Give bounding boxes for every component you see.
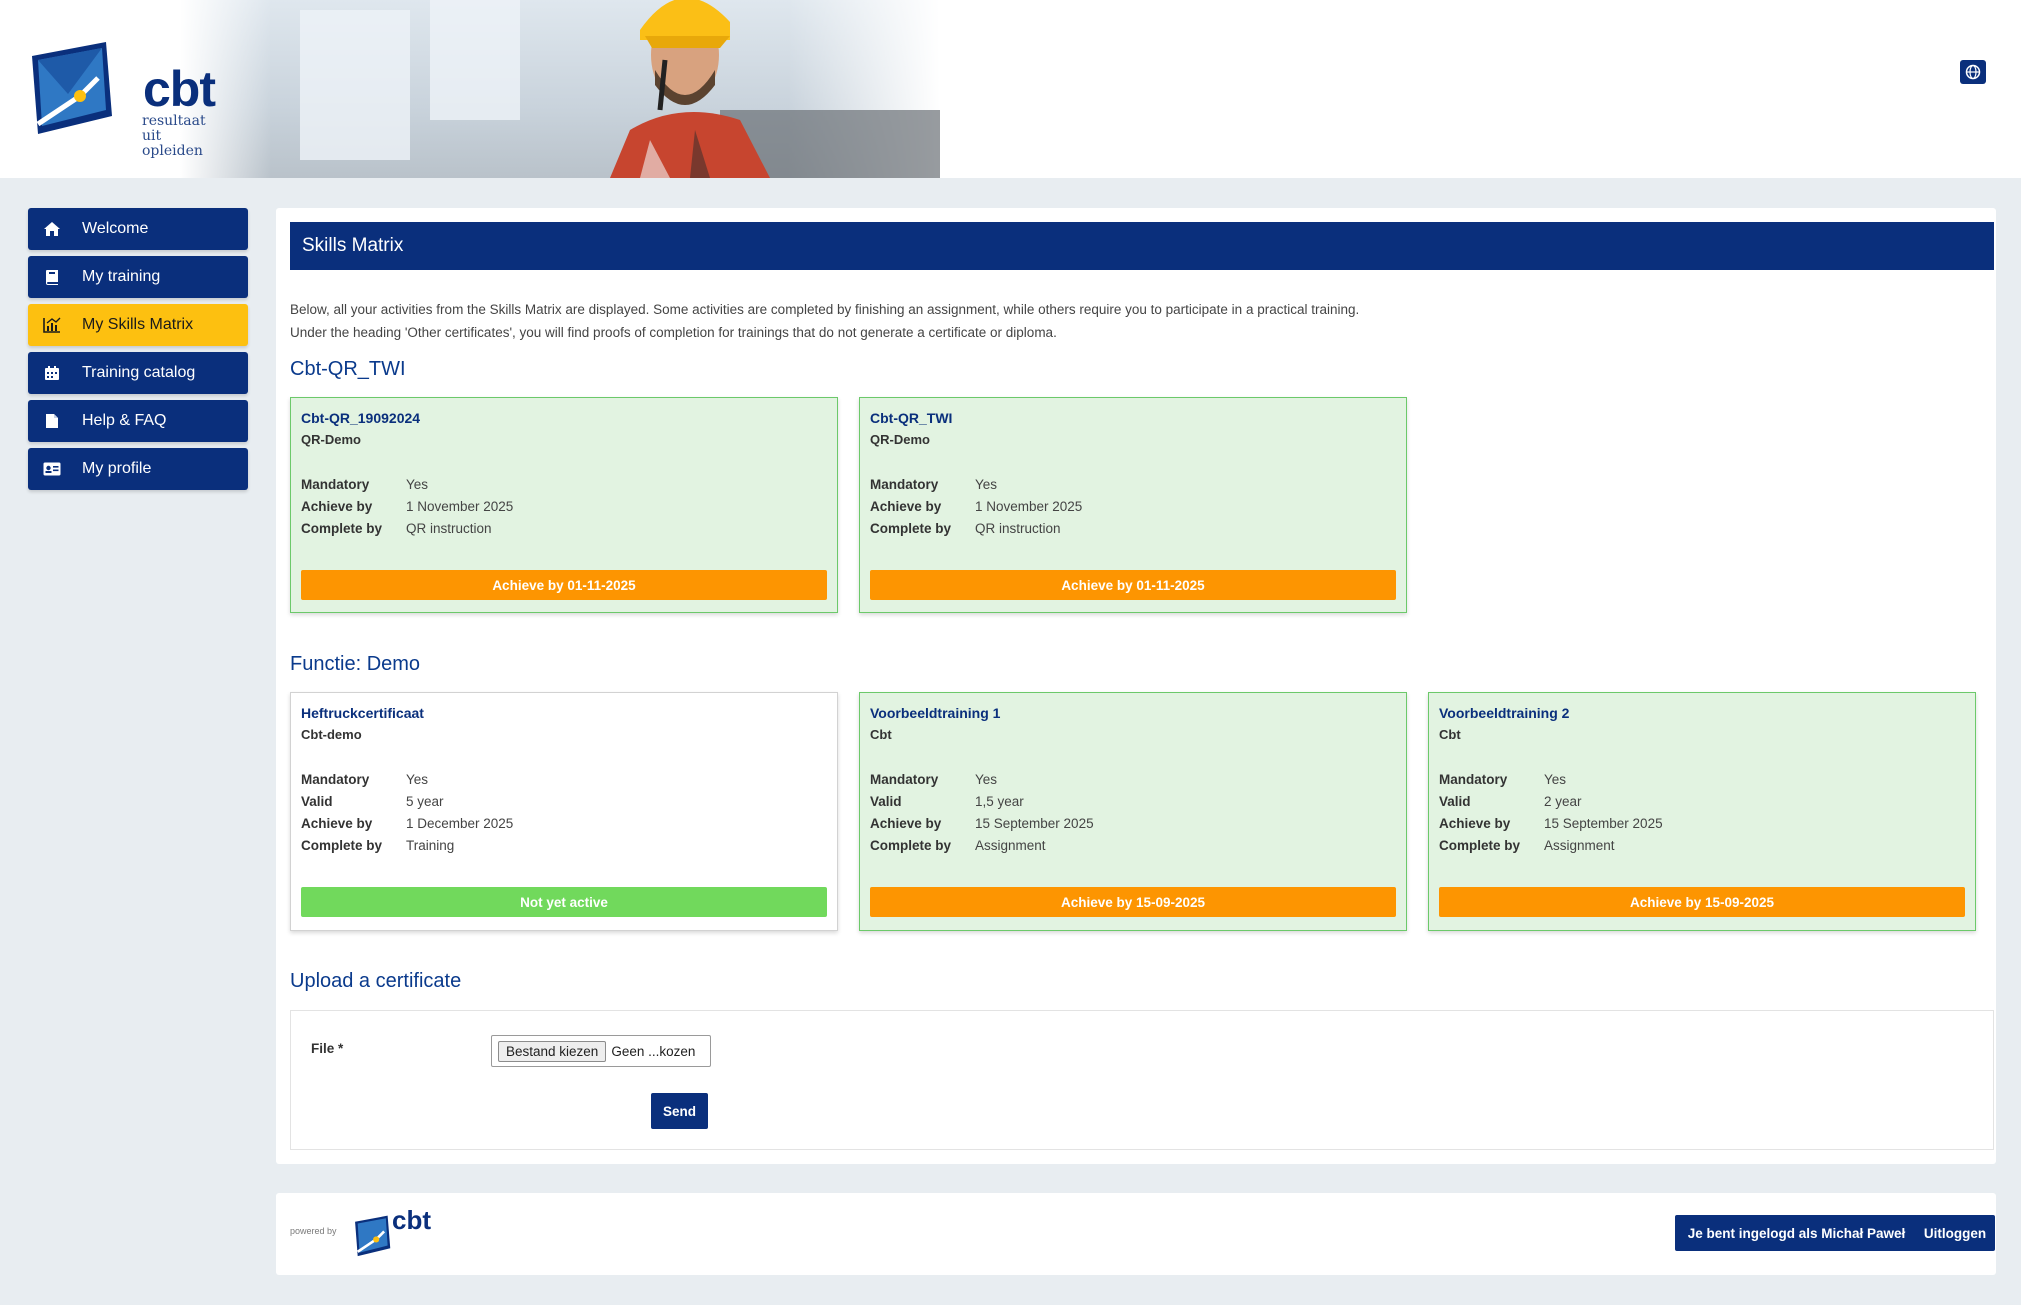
- card-details: Mandatory Yes Achieve by 1 November 2025 C…: [301, 477, 514, 536]
- card-details: Mandatory Yes Valid 2 year Achieve by 15 Se…: [1439, 772, 1663, 853]
- language-button[interactable]: [1960, 60, 1986, 84]
- card-title: Heftruckcertificaat: [301, 705, 424, 721]
- sidebar-item-label: Welcome: [82, 220, 149, 237]
- intro-text: Below, all your activities from the Skil…: [290, 302, 1360, 340]
- logout-button[interactable]: Uitloggen: [1915, 1215, 1995, 1251]
- id-card-icon: [42, 459, 62, 479]
- worker-photo: [610, 0, 770, 178]
- card-details: Mandatory Yes Valid 1,5 year Achieve by 15 …: [870, 772, 1094, 853]
- cbt-logo[interactable]: cbt resultaat uit opleiden: [28, 36, 216, 159]
- logo-mark-icon: [32, 42, 112, 134]
- skill-card: Heftruckcertificaat Cbt-demo Mandatory Ye…: [290, 692, 838, 931]
- send-button[interactable]: Send: [651, 1093, 708, 1129]
- sidebar-item-label: Training catalog: [82, 364, 196, 381]
- card-details: Mandatory Yes Valid 5 year Achieve by 1 Dec…: [301, 772, 514, 853]
- status-button-not-active[interactable]: Not yet active: [301, 887, 827, 917]
- logged-in-user-button[interactable]: Je bent ingelogd als Michał Paweł: [1675, 1215, 1918, 1251]
- sidebar-item-my-training[interactable]: My training: [28, 256, 248, 298]
- card-title: Voorbeeldtraining 2: [1439, 705, 1570, 721]
- skill-card: Cbt-QR_19092024 QR-Demo Mandatory Yes Ach…: [290, 397, 838, 613]
- logo-text: cbt: [143, 61, 216, 117]
- globe-icon: [1965, 64, 1981, 80]
- sidebar-item-my-profile[interactable]: My profile: [28, 448, 248, 490]
- skill-card: Voorbeeldtraining 2 Cbt Mandatory Yes Val…: [1428, 692, 1976, 931]
- card-title: Cbt-QR_TWI: [870, 410, 953, 426]
- card-subtitle: Cbt-demo: [301, 727, 362, 742]
- document-icon: [42, 411, 62, 431]
- section-title-upload: Upload a certificate: [290, 970, 462, 992]
- header-hero-image: [180, 0, 940, 178]
- file-input[interactable]: Bestand kiezen Geen ...kozen: [491, 1035, 711, 1067]
- achieve-by-button[interactable]: Achieve by 01-11-2025: [301, 570, 827, 600]
- section-title-cbt-qr-twi: Cbt-QR_TWI: [290, 358, 406, 380]
- file-input-value: Geen ...kozen: [611, 1043, 696, 1059]
- card-title: Cbt-QR_19092024: [301, 410, 421, 426]
- achieve-by-button[interactable]: Achieve by 01-11-2025: [870, 570, 1396, 600]
- page-header: cbt resultaat uit opleiden: [0, 0, 2021, 178]
- footer-logo-text: cbt: [392, 1205, 431, 1235]
- page-footer: powered by cbt Je bent ingelogd als Mich…: [276, 1193, 1996, 1275]
- sidebar-nav: Welcome My training My Skills Matrix Tra…: [28, 208, 248, 496]
- card-title: Voorbeeldtraining 1: [870, 705, 1001, 721]
- sidebar-item-training-catalog[interactable]: Training catalog: [28, 352, 248, 394]
- card-subtitle: QR-Demo: [301, 432, 361, 447]
- logo-tagline: resultaat uit opleiden: [142, 113, 206, 159]
- sidebar-item-welcome[interactable]: Welcome: [28, 208, 248, 250]
- achieve-by-button[interactable]: Achieve by 15-09-2025: [1439, 887, 1965, 917]
- sidebar-item-label: My training: [82, 268, 161, 285]
- file-field-label: File *: [311, 1041, 344, 1056]
- sidebar-item-label: My Skills Matrix: [82, 316, 194, 333]
- sidebar-item-label: My profile: [82, 460, 152, 477]
- skill-card: Voorbeeldtraining 1 Cbt Mandatory Yes Val…: [859, 692, 1407, 931]
- page-title: Skills Matrix: [290, 222, 1994, 270]
- powered-by-text: powered by: [290, 1226, 337, 1236]
- footer-logo-icon: [355, 1215, 391, 1257]
- achieve-by-button[interactable]: Achieve by 15-09-2025: [870, 887, 1396, 917]
- skill-card: Cbt-QR_TWI QR-Demo Mandatory Yes Achieve …: [859, 397, 1407, 613]
- sidebar-item-my-skills-matrix[interactable]: My Skills Matrix: [28, 304, 248, 346]
- main-content: Skills Matrix Below, all your activities…: [276, 208, 1996, 1164]
- upload-form: File * Bestand kiezen Geen ...kozen Send: [290, 1010, 1994, 1150]
- book-icon: [42, 267, 62, 287]
- section-title-functie-demo: Functie: Demo: [290, 653, 421, 675]
- sidebar-item-help-faq[interactable]: Help & FAQ: [28, 400, 248, 442]
- card-subtitle: QR-Demo: [870, 432, 930, 447]
- chart-icon: [42, 315, 62, 335]
- sidebar-item-label: Help & FAQ: [82, 412, 167, 429]
- choose-file-button[interactable]: Bestand kiezen: [498, 1040, 607, 1062]
- calendar-icon: [42, 363, 62, 383]
- card-subtitle: Cbt: [870, 727, 892, 742]
- card-details: Mandatory Yes Achieve by 1 November 2025 C…: [870, 477, 1083, 536]
- card-subtitle: Cbt: [1439, 727, 1461, 742]
- home-icon: [42, 219, 62, 239]
